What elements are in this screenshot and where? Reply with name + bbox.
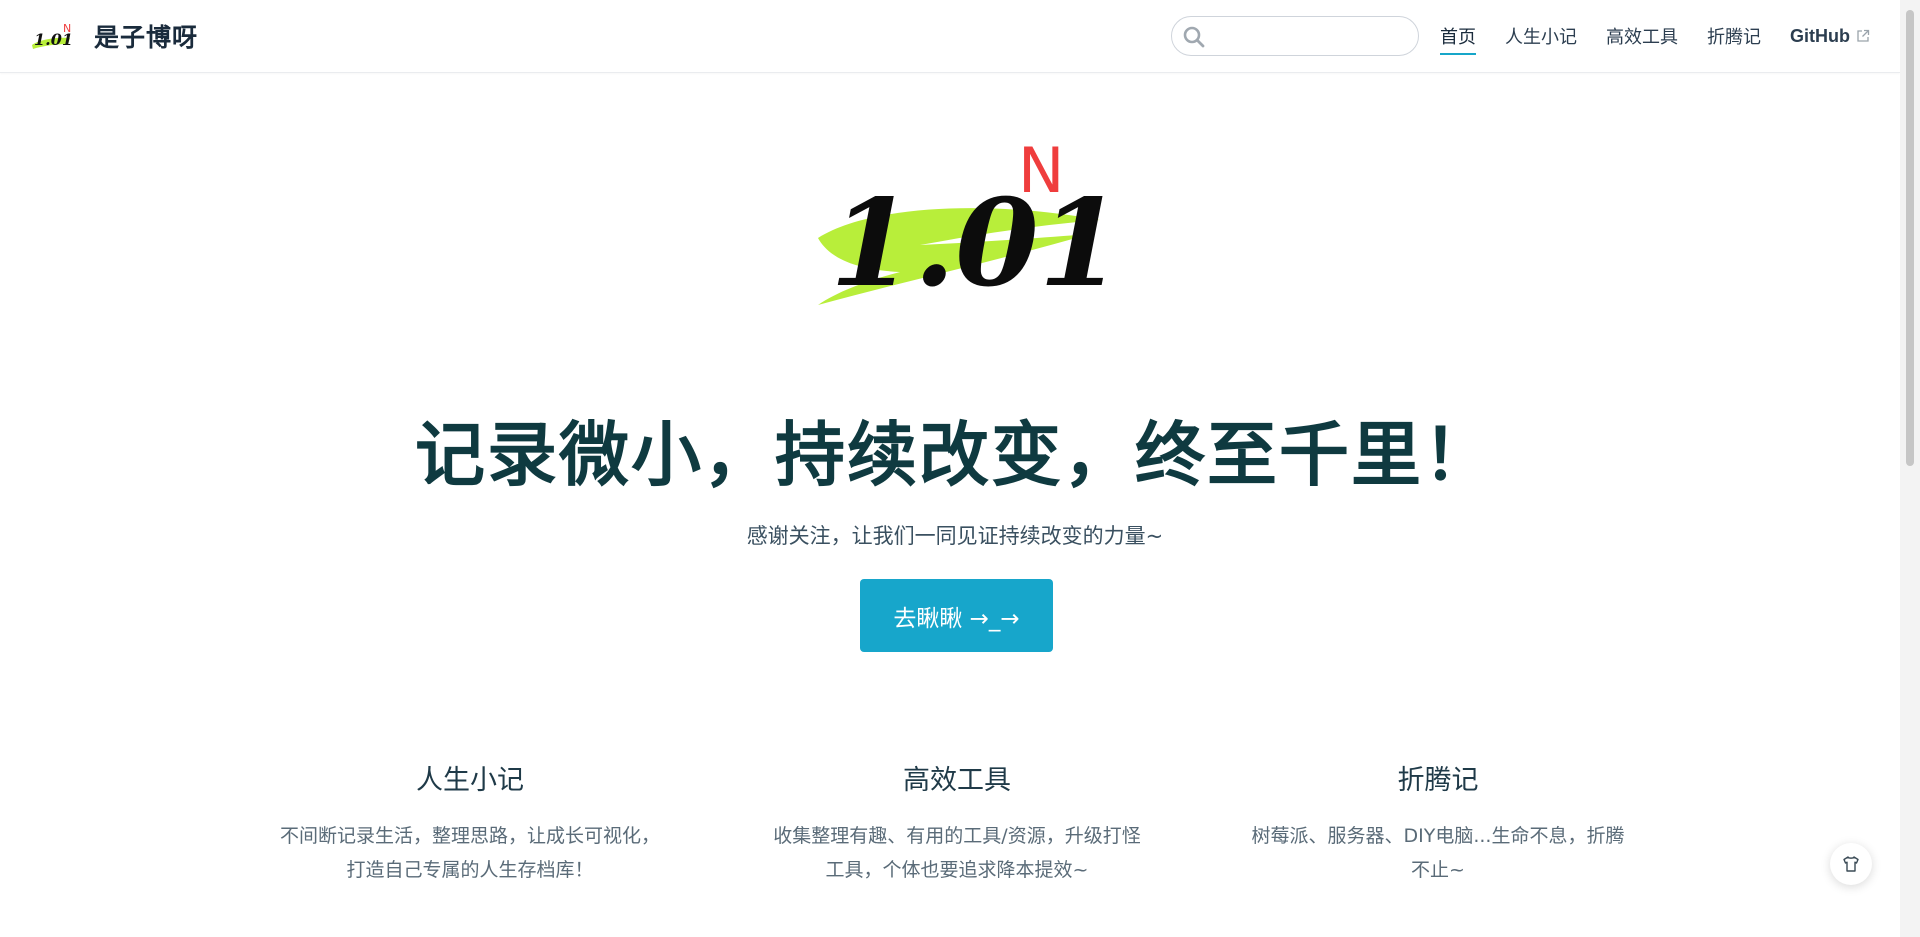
nav-life-notes[interactable]: 人生小记 [1505, 19, 1577, 53]
hero-logo-text: 1.01 [830, 173, 1110, 314]
feature-description: 树莓派、服务器、DIY电脑...生命不息，折腾不止~ [1251, 825, 1625, 881]
navbar: 1.01 N 是子博呀 首页 人生小记 高效工具 折腾记 GitHub [0, 0, 1900, 73]
site-title: 是子博呀 [94, 23, 199, 52]
svg-text:N: N [63, 22, 71, 35]
hero-title: 记录微小，持续改变，终至千里！ [415, 414, 1495, 496]
nav-github-label: GitHub [1790, 25, 1850, 46]
feature-title: 折腾记 [1397, 765, 1479, 796]
feature-description: 不间断记录生活，整理思路，让成长可视化，打造自己专属的人生存档库！ [280, 825, 661, 881]
hero-description: 感谢关注，让我们一同见证持续改变的力量~ [746, 524, 1164, 548]
feature-tinkering: 折腾记 树莓派、服务器、DIY电脑...生命不息，折腾不止~ [1248, 758, 1628, 887]
scrollbar-thumb[interactable] [1906, 10, 1914, 466]
feature-life-notes: 人生小记 不间断记录生活，整理思路，让成长可视化，打造自己专属的人生存档库！ [280, 758, 660, 887]
site-logo-icon: 1.01 N [32, 22, 73, 49]
nav-links: 首页 人生小记 高效工具 折腾记 GitHub [1440, 0, 1870, 72]
feature-efficient-tools: 高效工具 收集整理有趣、有用的工具/资源，升级打怪工具，个体也要追求降本提效~ [767, 758, 1147, 887]
hero-logo-exponent: N [1018, 134, 1064, 207]
nav-home[interactable]: 首页 [1440, 19, 1476, 55]
nav-tinkering[interactable]: 折腾记 [1707, 19, 1761, 53]
floating-theme-button[interactable] [1830, 843, 1872, 885]
tshirt-icon [1843, 856, 1859, 872]
search-icon [1183, 26, 1205, 48]
nav-github[interactable]: GitHub [1790, 22, 1870, 51]
feature-title: 高效工具 [903, 765, 1011, 796]
explore-button[interactable]: 去瞅瞅 →_→ [860, 579, 1053, 652]
external-link-icon [1857, 29, 1870, 42]
feature-title: 人生小记 [416, 765, 524, 796]
nav-efficient-tools[interactable]: 高效工具 [1606, 19, 1678, 53]
search-input[interactable] [1212, 23, 1406, 51]
search-box[interactable] [1171, 16, 1419, 56]
feature-description: 收集整理有趣、有用的工具/资源，升级打怪工具，个体也要追求降本提效~ [773, 825, 1141, 881]
brand-link[interactable]: 1.01 N 是子博呀 [30, 16, 198, 56]
hero-logo: 1.01 N [818, 134, 1110, 314]
